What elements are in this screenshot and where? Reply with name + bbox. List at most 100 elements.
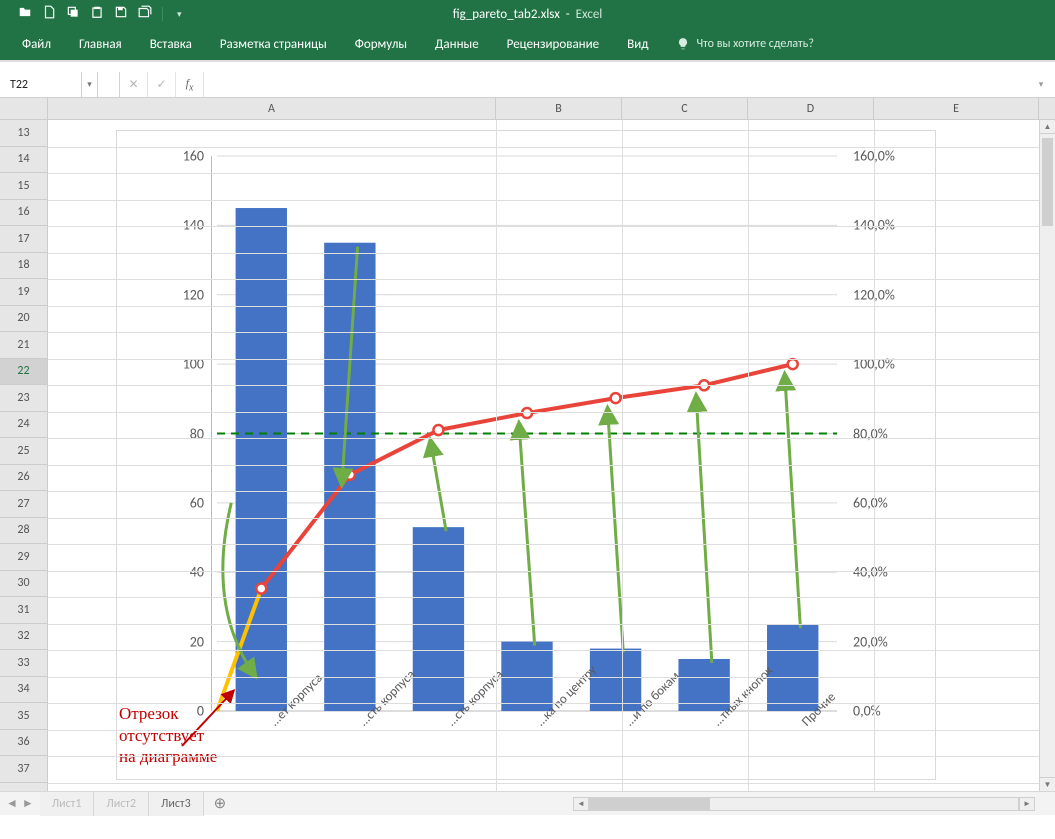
row-header[interactable]: 17 xyxy=(0,226,47,253)
sheet-tab-1[interactable]: Лист1 xyxy=(40,792,95,816)
name-box[interactable]: T22 xyxy=(0,72,82,97)
row-header[interactable]: 24 xyxy=(0,412,47,439)
tab-formulas[interactable]: Формулы xyxy=(341,28,421,60)
x-axis-labels: ...ет корпуса...сть корпуса...сть корпус… xyxy=(217,713,837,773)
window-title: fig_pareto_tab2.xlsx - Excel xyxy=(453,7,603,22)
row-header[interactable]: 32 xyxy=(0,624,47,651)
y-right-tick: 120,0% xyxy=(853,286,935,303)
row-header[interactable]: 26 xyxy=(0,465,47,492)
title-bar: ▾ fig_pareto_tab2.xlsx - Excel xyxy=(0,0,1055,28)
name-box-dropdown-icon[interactable]: ▾ xyxy=(82,72,98,97)
formula-bar: T22 ▾ ✕ ✓ fx ▾ xyxy=(0,72,1055,98)
sheet-tab-2[interactable]: Лист2 xyxy=(94,792,149,816)
vertical-scrollbar[interactable]: ▲ ▼ xyxy=(1039,120,1055,791)
col-header[interactable]: B xyxy=(496,98,622,119)
col-header[interactable]: C xyxy=(622,98,748,119)
col-header[interactable]: E xyxy=(874,98,1039,119)
qat-dropdown-icon[interactable]: ▾ xyxy=(173,9,182,20)
quick-access-toolbar: ▾ xyxy=(0,5,182,23)
scroll-down-icon[interactable]: ▼ xyxy=(1040,777,1055,791)
y-right-tick: 40,0% xyxy=(853,564,935,581)
row-header[interactable]: 27 xyxy=(0,491,47,518)
formula-expand-icon[interactable]: ▾ xyxy=(1033,79,1055,90)
sheet-tab-bar: ◄ ► Лист1 Лист2 Лист3 ⊕ ◄ ► xyxy=(0,791,1055,815)
y-left-tick: 20 xyxy=(117,633,204,650)
col-header[interactable]: A xyxy=(48,98,496,119)
row-header[interactable]: 37 xyxy=(0,756,47,783)
row-header[interactable]: 28 xyxy=(0,518,47,545)
spreadsheet-grid[interactable]: A B C D E 131415161718192021222324252627… xyxy=(0,98,1055,815)
row-header[interactable]: 35 xyxy=(0,703,47,730)
nav-next-icon[interactable]: ► xyxy=(22,796,34,811)
sheet-nav[interactable]: ◄ ► xyxy=(0,796,40,811)
row-header[interactable]: 29 xyxy=(0,544,47,571)
nav-prev-icon[interactable]: ◄ xyxy=(6,796,18,811)
row-header[interactable]: 33 xyxy=(0,650,47,677)
row-header[interactable]: 16 xyxy=(0,200,47,227)
tab-data[interactable]: Данные xyxy=(421,28,493,60)
y-left-tick: 160 xyxy=(117,148,204,165)
scroll-thumb[interactable] xyxy=(1042,138,1053,226)
row-header[interactable]: 34 xyxy=(0,677,47,704)
row-header[interactable]: 20 xyxy=(0,306,47,333)
new-icon[interactable] xyxy=(42,5,56,23)
scroll-up-icon[interactable]: ▲ xyxy=(1040,120,1055,134)
ribbon-tabs: Файл Главная Вставка Разметка страницы Ф… xyxy=(0,28,1055,60)
row-header[interactable]: 25 xyxy=(0,438,47,465)
tab-insert[interactable]: Вставка xyxy=(136,28,206,60)
row-header[interactable]: 31 xyxy=(0,597,47,624)
col-header[interactable]: D xyxy=(748,98,874,119)
row-header[interactable]: 15 xyxy=(0,173,47,200)
cells-area[interactable]: 020406080100120140160 ...ет корпуса...ст… xyxy=(48,120,1055,815)
row-headers: 1314151617181920212223242526272829303132… xyxy=(0,120,48,815)
tab-view[interactable]: Вид xyxy=(613,28,662,60)
paste-icon[interactable] xyxy=(90,5,104,23)
saveall-icon[interactable] xyxy=(138,5,152,23)
y-left-tick: 80 xyxy=(117,425,204,442)
pareto-chart[interactable]: 020406080100120140160 ...ет корпуса...ст… xyxy=(116,130,936,780)
y-right-tick: 80,0% xyxy=(853,425,935,442)
open-icon[interactable] xyxy=(18,5,32,23)
add-sheet-button[interactable]: ⊕ xyxy=(204,794,237,813)
y-left-tick: 60 xyxy=(117,494,204,511)
lightbulb-icon xyxy=(676,37,690,51)
tab-file[interactable]: Файл xyxy=(8,28,65,60)
row-header[interactable]: 30 xyxy=(0,571,47,598)
duplicate-icon[interactable] xyxy=(66,5,80,23)
column-headers: A B C D E xyxy=(0,98,1055,120)
horizontal-scrollbar[interactable]: ◄ ► xyxy=(236,797,1055,811)
y-right-tick: 0,0% xyxy=(853,703,935,720)
tab-review[interactable]: Рецензирование xyxy=(493,28,613,60)
y-right-tick: 160,0% xyxy=(853,148,935,165)
row-header[interactable]: 13 xyxy=(0,120,47,147)
tab-pagelayout[interactable]: Разметка страницы xyxy=(206,28,341,60)
scroll-thumb-h[interactable] xyxy=(590,798,710,810)
row-header[interactable]: 23 xyxy=(0,385,47,412)
y-right-tick: 60,0% xyxy=(853,494,935,511)
tell-me[interactable]: Что вы хотите сделать? xyxy=(662,37,813,51)
row-header[interactable]: 18 xyxy=(0,253,47,280)
row-header[interactable]: 36 xyxy=(0,730,47,757)
sheet-tab-3[interactable]: Лист3 xyxy=(149,792,204,816)
cancel-icon[interactable]: ✕ xyxy=(120,72,148,97)
tab-home[interactable]: Главная xyxy=(65,28,136,60)
row-header[interactable]: 22 xyxy=(0,359,47,386)
filename: fig_pareto_tab2.xlsx xyxy=(453,7,560,22)
y-left-tick: 120 xyxy=(117,286,204,303)
select-all-corner[interactable] xyxy=(0,98,48,119)
y-right-tick: 20,0% xyxy=(853,633,935,650)
fx-button[interactable]: fx xyxy=(176,72,204,97)
row-header[interactable]: 14 xyxy=(0,147,47,174)
y-axis-right: 0,0%20,0%40,0%60,0%80,0%100,0%120,0%140,… xyxy=(845,156,935,711)
enter-icon[interactable]: ✓ xyxy=(148,72,176,97)
annotation-text: Отрезок отсутствует на диаграмме xyxy=(119,703,217,767)
scroll-right-icon[interactable]: ► xyxy=(1019,797,1035,811)
y-axis-left: 020406080100120140160 xyxy=(117,156,212,711)
row-header[interactable]: 19 xyxy=(0,279,47,306)
chart-plot-area xyxy=(217,156,837,711)
save-icon[interactable] xyxy=(114,5,128,23)
y-left-tick: 40 xyxy=(117,564,204,581)
row-header[interactable]: 21 xyxy=(0,332,47,359)
scroll-left-icon[interactable]: ◄ xyxy=(573,797,589,811)
app-name: Excel xyxy=(576,7,603,22)
